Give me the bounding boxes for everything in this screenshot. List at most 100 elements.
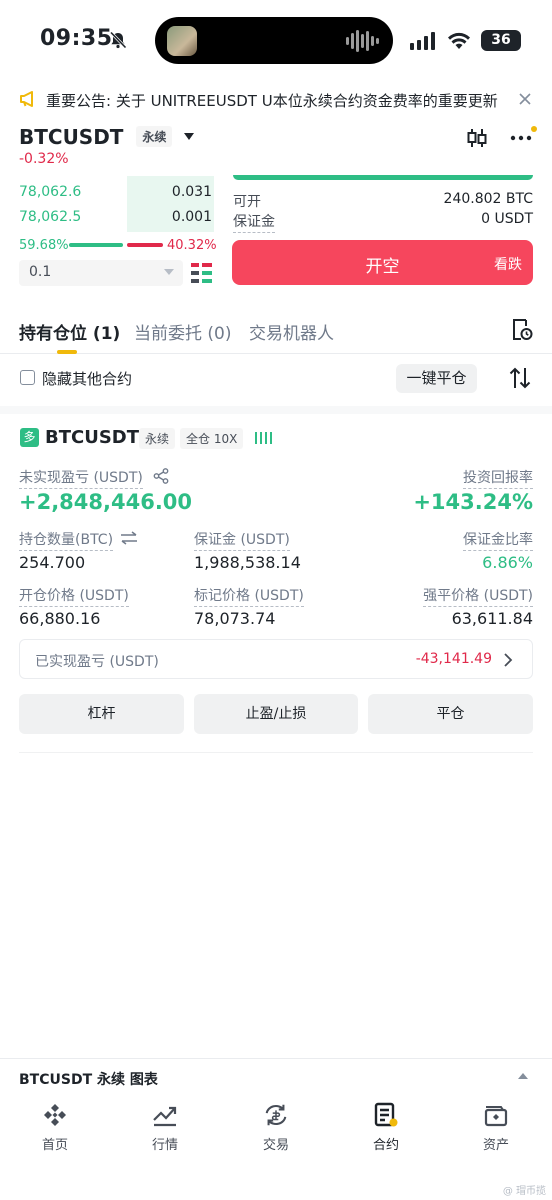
nav-assets-label: 资产 xyxy=(482,1138,509,1153)
nav-trade[interactable]: 交易 xyxy=(221,1102,331,1153)
bell-muted-icon xyxy=(109,31,127,49)
orderbook-row[interactable]: 78,062.6 0.031 xyxy=(19,184,214,206)
margin-ratio-label: 保证金比率 xyxy=(463,529,533,551)
symbol-selector[interactable]: BTCUSDT 永续 xyxy=(19,125,195,149)
megaphone-icon xyxy=(20,91,33,107)
long-side-badge: 多 xyxy=(20,428,39,447)
hide-other-checkbox[interactable] xyxy=(20,370,35,385)
battery-indicator: 36 xyxy=(481,30,521,51)
close-icon[interactable] xyxy=(518,92,532,106)
close-position-button[interactable]: 平仓 xyxy=(368,694,533,734)
chevron-right-icon xyxy=(504,653,513,667)
sell-ratio-fill xyxy=(127,243,163,247)
watermark: @ 瑁币揽 xyxy=(502,1186,546,1197)
announcement-text[interactable]: 重要公告: 关于 UNITREEUSDT U本位永续合约资金费率的重要更新（..… xyxy=(46,90,506,111)
caret-up-icon xyxy=(518,1073,528,1079)
realized-pnl-label: 已实现盈亏 (USDT) xyxy=(35,654,159,670)
orderbook-layout-icon[interactable] xyxy=(191,263,212,283)
open-short-label: 开空 xyxy=(365,257,400,277)
status-bar: 09:35 36 xyxy=(0,0,552,82)
orderbook-price: 78,062.5 xyxy=(19,209,82,225)
leverage-button[interactable]: 杠杆 xyxy=(19,694,184,734)
hide-other-label[interactable]: 隐藏其他合约 xyxy=(42,368,132,389)
realized-pnl-value: -43,141.49 xyxy=(415,651,492,667)
nav-assets[interactable]: 资产 xyxy=(441,1102,551,1153)
order-history-icon[interactable] xyxy=(510,318,534,342)
price-change: -0.32% xyxy=(19,151,69,167)
status-time: 09:35 xyxy=(40,26,113,51)
chart-toggle-label: BTCUSDT 永续 图表 xyxy=(19,1072,158,1088)
contract-type-tag: 永续 xyxy=(136,126,173,147)
nav-markets-label: 行情 xyxy=(151,1138,178,1153)
entry-price-value: 66,880.16 xyxy=(19,609,101,628)
position-contract-tag: 永续 xyxy=(139,428,176,449)
precision-select[interactable]: 0.1 xyxy=(19,260,183,286)
candlestick-chart-icon[interactable] xyxy=(466,127,488,149)
trade-exchange-icon xyxy=(263,1102,289,1128)
share-icon[interactable] xyxy=(153,468,169,484)
liquidation-price-label: 强平价格 (USDT) xyxy=(423,585,533,607)
tab-trading-bots[interactable]: 交易机器人 xyxy=(249,319,334,344)
cellular-signal-icon xyxy=(410,32,435,50)
mark-price-value: 78,073.74 xyxy=(194,609,276,628)
nav-trade-label: 交易 xyxy=(262,1138,289,1153)
position-margin-label: 保证金 (USDT) xyxy=(194,529,290,551)
available-label: 可开 xyxy=(233,194,261,210)
mark-price-label: 标记价格 (USDT) xyxy=(194,585,304,607)
more-options-icon[interactable] xyxy=(510,126,540,148)
roi-value: +143.24% xyxy=(413,490,533,514)
active-tab-indicator xyxy=(57,350,77,354)
position-tabs: 持有仓位 (1) 当前委托 (0) 交易机器人 xyxy=(0,306,552,354)
realized-pnl-row[interactable]: 已实现盈亏 (USDT) -43,141.49 xyxy=(19,639,533,679)
margin-value: 0 USDT xyxy=(481,211,533,227)
bearish-hint: 看跌 xyxy=(494,257,522,273)
position-size-label: 持仓数量(BTC) xyxy=(19,529,114,551)
liquidation-price-value: 63,611.84 xyxy=(451,609,533,628)
leverage-level-icon xyxy=(255,432,272,444)
nav-home[interactable]: 首页 xyxy=(0,1102,110,1153)
chart-toggle-bar[interactable]: BTCUSDT 永续 图表 xyxy=(0,1058,552,1094)
nav-home-label: 首页 xyxy=(41,1138,68,1153)
caret-down-icon xyxy=(164,269,174,275)
buy-ratio: 59.68% xyxy=(19,238,69,253)
buy-sell-ratio-bar xyxy=(69,243,163,247)
avatar xyxy=(167,26,197,56)
section-divider xyxy=(0,406,552,414)
swap-units-icon[interactable] xyxy=(120,531,138,545)
position-margin-value: 1,988,538.14 xyxy=(194,553,301,572)
nav-futures[interactable]: 合约 xyxy=(331,1102,441,1153)
sort-icon[interactable] xyxy=(509,366,531,390)
dynamic-island xyxy=(155,17,393,64)
orderbook-row[interactable]: 78,062.5 0.001 xyxy=(19,209,214,231)
unrealized-pnl-label: 未实现盈亏 (USDT) xyxy=(19,467,143,489)
tab-open-orders[interactable]: 当前委托 (0) xyxy=(134,319,231,344)
card-divider xyxy=(19,752,533,753)
futures-contract-icon xyxy=(373,1102,399,1128)
entry-price-label: 开仓价格 (USDT) xyxy=(19,585,129,607)
announcement-bar[interactable]: 重要公告: 关于 UNITREEUSDT U本位永续合约资金费率的重要更新（..… xyxy=(0,86,552,114)
caret-down-icon xyxy=(184,133,195,140)
orderbook-price: 78,062.6 xyxy=(19,184,82,200)
unrealized-pnl-value: +2,848,446.00 xyxy=(19,490,193,514)
wifi-icon xyxy=(448,32,470,49)
nav-futures-label: 合约 xyxy=(372,1138,399,1153)
open-short-button[interactable]: 开空 看跌 xyxy=(232,240,533,285)
audio-wave-icon xyxy=(346,29,379,53)
nav-markets[interactable]: 行情 xyxy=(110,1102,220,1153)
available-value: 240.802 BTC xyxy=(443,191,533,207)
position-symbol[interactable]: BTCUSDT xyxy=(45,427,139,448)
margin-mode-tag: 全仓 10X xyxy=(180,428,244,449)
wallet-icon xyxy=(483,1102,509,1128)
orderbook-qty: 0.031 xyxy=(171,184,212,200)
position-size-value: 254.700 xyxy=(19,553,86,572)
binance-logo-icon xyxy=(42,1102,68,1128)
margin-ratio-value: 6.86% xyxy=(482,553,533,572)
tab-positions[interactable]: 持有仓位 (1) xyxy=(19,319,120,344)
precision-value: 0.1 xyxy=(29,264,52,280)
long-button-edge[interactable] xyxy=(233,175,533,180)
close-all-button[interactable]: 一键平仓 xyxy=(396,364,477,393)
margin-label: 保证金 xyxy=(233,211,275,233)
tp-sl-button[interactable]: 止盈/止损 xyxy=(194,694,358,734)
orderbook-qty: 0.001 xyxy=(171,209,212,225)
market-trend-icon xyxy=(152,1102,178,1128)
